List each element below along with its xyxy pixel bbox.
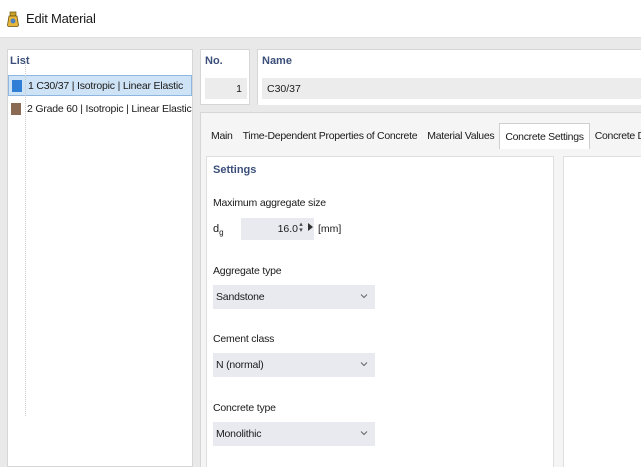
tab-bar: Main Time-Dependent Properties of Concre… (206, 123, 641, 149)
concrete-type-value: Monolithic (216, 428, 262, 440)
number-panel: No. 1 (200, 49, 250, 105)
cement-class-label: Cement class (213, 333, 275, 345)
chevron-down-icon (360, 362, 368, 367)
cement-class-value: N (normal) (216, 359, 264, 371)
max-aggregate-unit: [mm] (318, 223, 342, 235)
right-side-panel (563, 156, 641, 467)
tab-concrete-design[interactable]: Concrete Design (590, 123, 641, 149)
window-title: Edit Material (26, 11, 96, 26)
list-item-material-2[interactable]: 2 Grade 60 | Isotropic | Linear Elastic (8, 98, 192, 119)
tab-main[interactable]: Main (206, 123, 238, 149)
concrete-settings-panel: Settings Maximum aggregate size dg 16.0 … (206, 156, 554, 467)
aggregate-type-value: Sandstone (216, 291, 265, 303)
list-item-label: 2 Grade 60 | Isotropic | Linear Elastic (27, 102, 192, 115)
max-aggregate-label: Maximum aggregate size (213, 197, 326, 209)
tab-concrete-settings[interactable]: Concrete Settings (499, 123, 590, 149)
number-field[interactable]: 1 (205, 78, 247, 99)
concrete-type-label: Concrete type (213, 402, 276, 414)
list-item-material-1[interactable]: 1 C30/37 | Isotropic | Linear Elastic (8, 75, 192, 96)
chevron-down-icon (360, 431, 368, 436)
arrow-right-icon[interactable] (308, 223, 313, 231)
aggregate-type-select[interactable]: Sandstone (213, 285, 375, 309)
spinner-arrows-icon[interactable]: ▴ ▾ (298, 221, 304, 236)
list-item-label: 1 C30/37 | Isotropic | Linear Elastic (28, 79, 184, 92)
cement-class-select[interactable]: N (normal) (213, 353, 375, 377)
list-header: List (10, 55, 30, 67)
concrete-type-select[interactable]: Monolithic (213, 422, 375, 446)
tab-material-values[interactable]: Material Values (422, 123, 499, 149)
max-aggregate-value: 16.0 (277, 223, 298, 235)
name-panel: Name C30/37 (257, 49, 641, 105)
material-list-panel: List 1 C30/37 | Isotropic | Linear Elast… (7, 49, 193, 467)
material-color-swatch (11, 102, 21, 115)
name-field[interactable]: C30/37 (262, 78, 641, 99)
material-app-icon (6, 11, 20, 27)
name-label: Name (262, 55, 292, 67)
number-label: No. (205, 55, 223, 67)
chevron-down-icon (360, 294, 368, 299)
dg-symbol: dg (213, 223, 224, 238)
list-divider (25, 62, 26, 416)
aggregate-type-label: Aggregate type (213, 265, 282, 277)
tab-time-dependent-properties[interactable]: Time-Dependent Properties of Concrete (238, 123, 423, 149)
section-title: Settings (213, 164, 257, 176)
title-bar: Edit Material (0, 0, 641, 38)
material-color-swatch (12, 79, 22, 92)
